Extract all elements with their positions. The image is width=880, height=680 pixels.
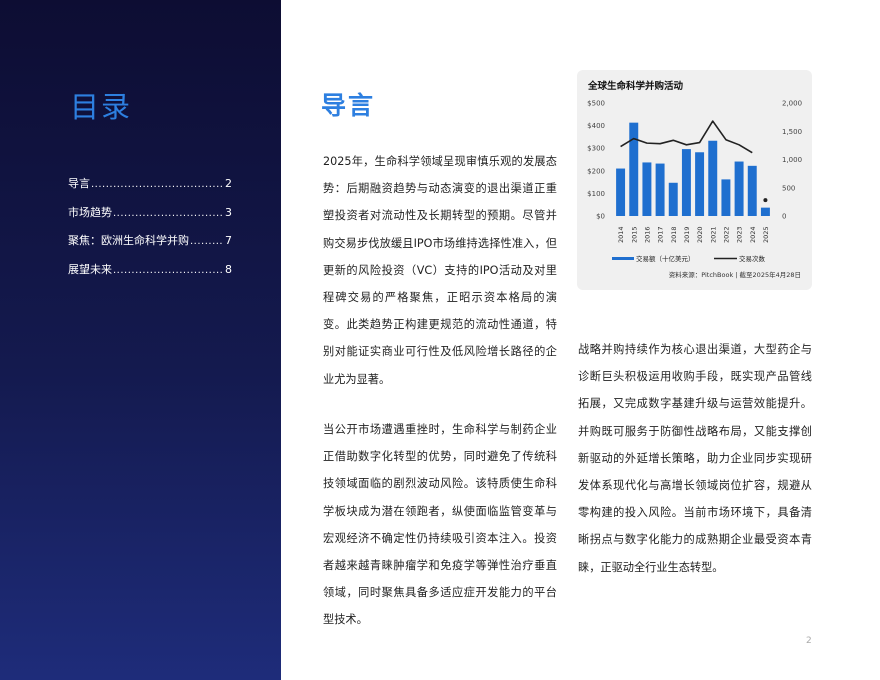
bar-deal-value [668, 182, 678, 216]
y-left-tick-label: $400 [587, 122, 605, 130]
y-left-tick-label: $0 [596, 213, 605, 221]
line-deal-count [620, 120, 753, 154]
y-left-tick-label: $100 [587, 190, 605, 198]
y-left-tick-label: $500 [587, 100, 605, 108]
x-tick-label: 2020 [696, 226, 704, 243]
toc-item-label: 聚焦：欧洲生命科学并购 [68, 234, 189, 247]
x-tick-label: 2014 [617, 226, 625, 243]
bar-deal-value [642, 162, 652, 216]
bar-deal-value [760, 207, 770, 216]
y-right-tick-label: 0 [782, 213, 786, 221]
y-right-tick-label: 1,500 [782, 128, 802, 136]
y-left-tick-label: $300 [587, 145, 605, 153]
paragraph-intro: 2025年，生命科学领域呈现审慎乐观的发展态势：后期融资趋势与动态演变的退出渠道… [323, 155, 557, 386]
toc-leader-dots [190, 236, 224, 247]
sidebar: 目录 导言 2 市场趋势 3 聚焦：欧洲生命科学并购 7 展望未来 8 [0, 0, 281, 680]
toc-item-page: 2 [225, 177, 232, 190]
legend-label-deal-count: 交易次数 [739, 254, 766, 263]
toc-item-page: 7 [225, 234, 232, 247]
y-right-tick-label: 500 [782, 184, 795, 192]
bar-deal-value [747, 165, 757, 216]
toc-leader-dots [113, 208, 224, 219]
x-tick-label: 2024 [749, 226, 757, 243]
x-tick-label: 2019 [683, 226, 691, 243]
paragraph-strategic-ma: 战略并购持续作为核心退出渠道，大型药企与诊断巨头积极运用收购手段，既实现产品管线… [578, 343, 812, 574]
toc-item-page: 3 [225, 205, 232, 219]
section-title: 导言 [321, 91, 376, 120]
page-number: 2 [806, 636, 812, 646]
x-tick-label: 2025 [762, 226, 770, 243]
x-tick-label: 2018 [670, 226, 678, 243]
bar-deal-value [721, 179, 731, 216]
x-tick-label: 2021 [709, 226, 717, 243]
toc-title: 目录 [70, 90, 133, 124]
bar-deal-value [734, 161, 744, 216]
bar-deal-value [655, 163, 665, 216]
toc-item-market-trends[interactable]: 市场趋势 3 [68, 204, 232, 233]
bar-deal-value [695, 152, 705, 216]
paragraph-public-markets: 当公开市场遭遇重挫时，生命科学与制药企业正借助数字化转型的优势，同时避免了传统科… [323, 423, 557, 627]
x-tick-label: 2015 [630, 226, 638, 243]
chart-source: 资料来源：PitchBook | 截至2025年4月28日 [668, 271, 801, 279]
toc-item-label: 导言 [68, 177, 90, 190]
toc-item-page: 8 [225, 262, 232, 276]
toc-leader-dots [113, 265, 224, 276]
point-deal-count [763, 198, 768, 203]
y-right-tick-label: 2,000 [782, 100, 802, 108]
toc-leader-dots [91, 179, 224, 190]
bar-deal-value [681, 149, 691, 216]
chart-card: 全球生命科学并购活动 $0 $100 $200 $300 $400 $500 0 500 1,0… [577, 70, 812, 290]
toc-item-label: 市场趋势 [68, 205, 112, 219]
toc-item-europe-focus[interactable]: 聚焦：欧洲生命科学并购 7 [68, 232, 232, 261]
bar-deal-value [616, 168, 626, 216]
toc-item-label: 展望未来 [68, 262, 112, 276]
toc-item-outlook[interactable]: 展望未来 8 [68, 261, 232, 290]
toc-item-intro[interactable]: 导言 2 [68, 175, 232, 204]
x-tick-label: 2016 [643, 226, 651, 243]
x-tick-label: 2023 [736, 226, 744, 243]
x-tick-label: 2022 [722, 226, 730, 243]
y-left-tick-label: $200 [587, 167, 605, 175]
ma-activity-chart: $0 $100 $200 $300 $400 $500 0 500 1,000 1,500 2,00… [587, 100, 802, 264]
bar-deal-value [708, 140, 718, 216]
toc-list: 导言 2 市场趋势 3 聚焦：欧洲生命科学并购 7 展望未来 8 [68, 175, 232, 289]
bar-deal-value [629, 122, 639, 216]
x-tick-label: 2017 [657, 226, 665, 243]
legend-swatch-deal-value [612, 257, 634, 260]
legend-label-deal-value: 交易额（十亿美元） [636, 254, 695, 263]
y-right-tick-label: 1,000 [782, 156, 802, 164]
